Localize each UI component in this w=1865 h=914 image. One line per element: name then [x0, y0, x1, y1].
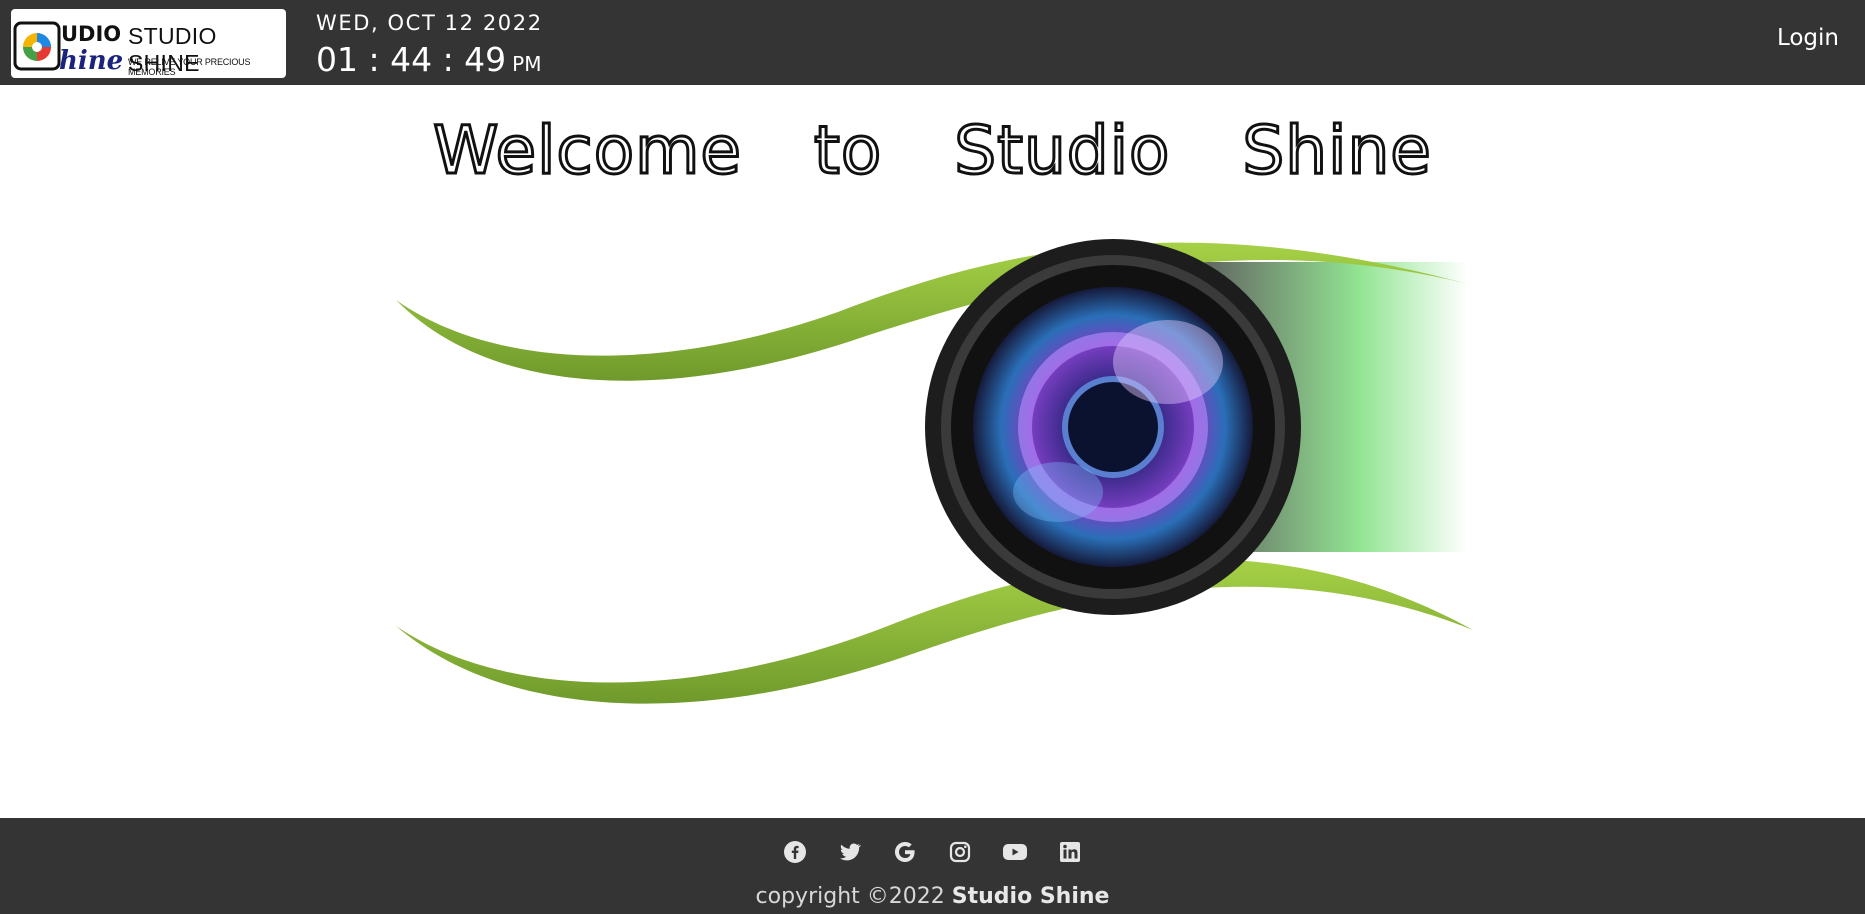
copyright-brand[interactable]: Studio Shine: [952, 884, 1110, 909]
welcome-heading: Welcome to Studio Shine: [432, 111, 1433, 191]
google-icon[interactable]: [891, 838, 919, 866]
time-ampm: PM: [512, 52, 542, 76]
linkedin-icon[interactable]: [1056, 838, 1084, 866]
logo-tagline: WE RELIVE YOUR PRECIOUS MEMORIES: [128, 57, 251, 77]
youtube-icon[interactable]: [1001, 838, 1029, 866]
logo-mark: UDIO hine: [13, 21, 123, 76]
current-date: WED, OCT 12 2022: [316, 11, 543, 35]
instagram-icon[interactable]: [946, 838, 974, 866]
copyright-text: copyright ©2022 Studio Shine: [0, 884, 1865, 909]
top-navbar: UDIO hine STUDIO SHINE WE RELIVE YOUR PR…: [0, 0, 1865, 85]
time-value: 01 : 44 : 49: [316, 40, 507, 79]
copyright-prefix: copyright ©2022: [755, 884, 945, 909]
svg-text:hine: hine: [59, 46, 123, 76]
login-link[interactable]: Login: [1777, 25, 1839, 51]
footer: copyright ©2022 Studio Shine: [0, 818, 1865, 914]
twitter-icon[interactable]: [836, 838, 864, 866]
facebook-icon[interactable]: [781, 838, 809, 866]
hero-camera-lens-image: [396, 239, 1473, 704]
current-time: 01 : 44 : 49 PM: [316, 40, 542, 79]
social-links: [0, 838, 1865, 866]
site-logo[interactable]: UDIO hine STUDIO SHINE WE RELIVE YOUR PR…: [11, 9, 286, 78]
svg-text:UDIO: UDIO: [61, 22, 121, 46]
